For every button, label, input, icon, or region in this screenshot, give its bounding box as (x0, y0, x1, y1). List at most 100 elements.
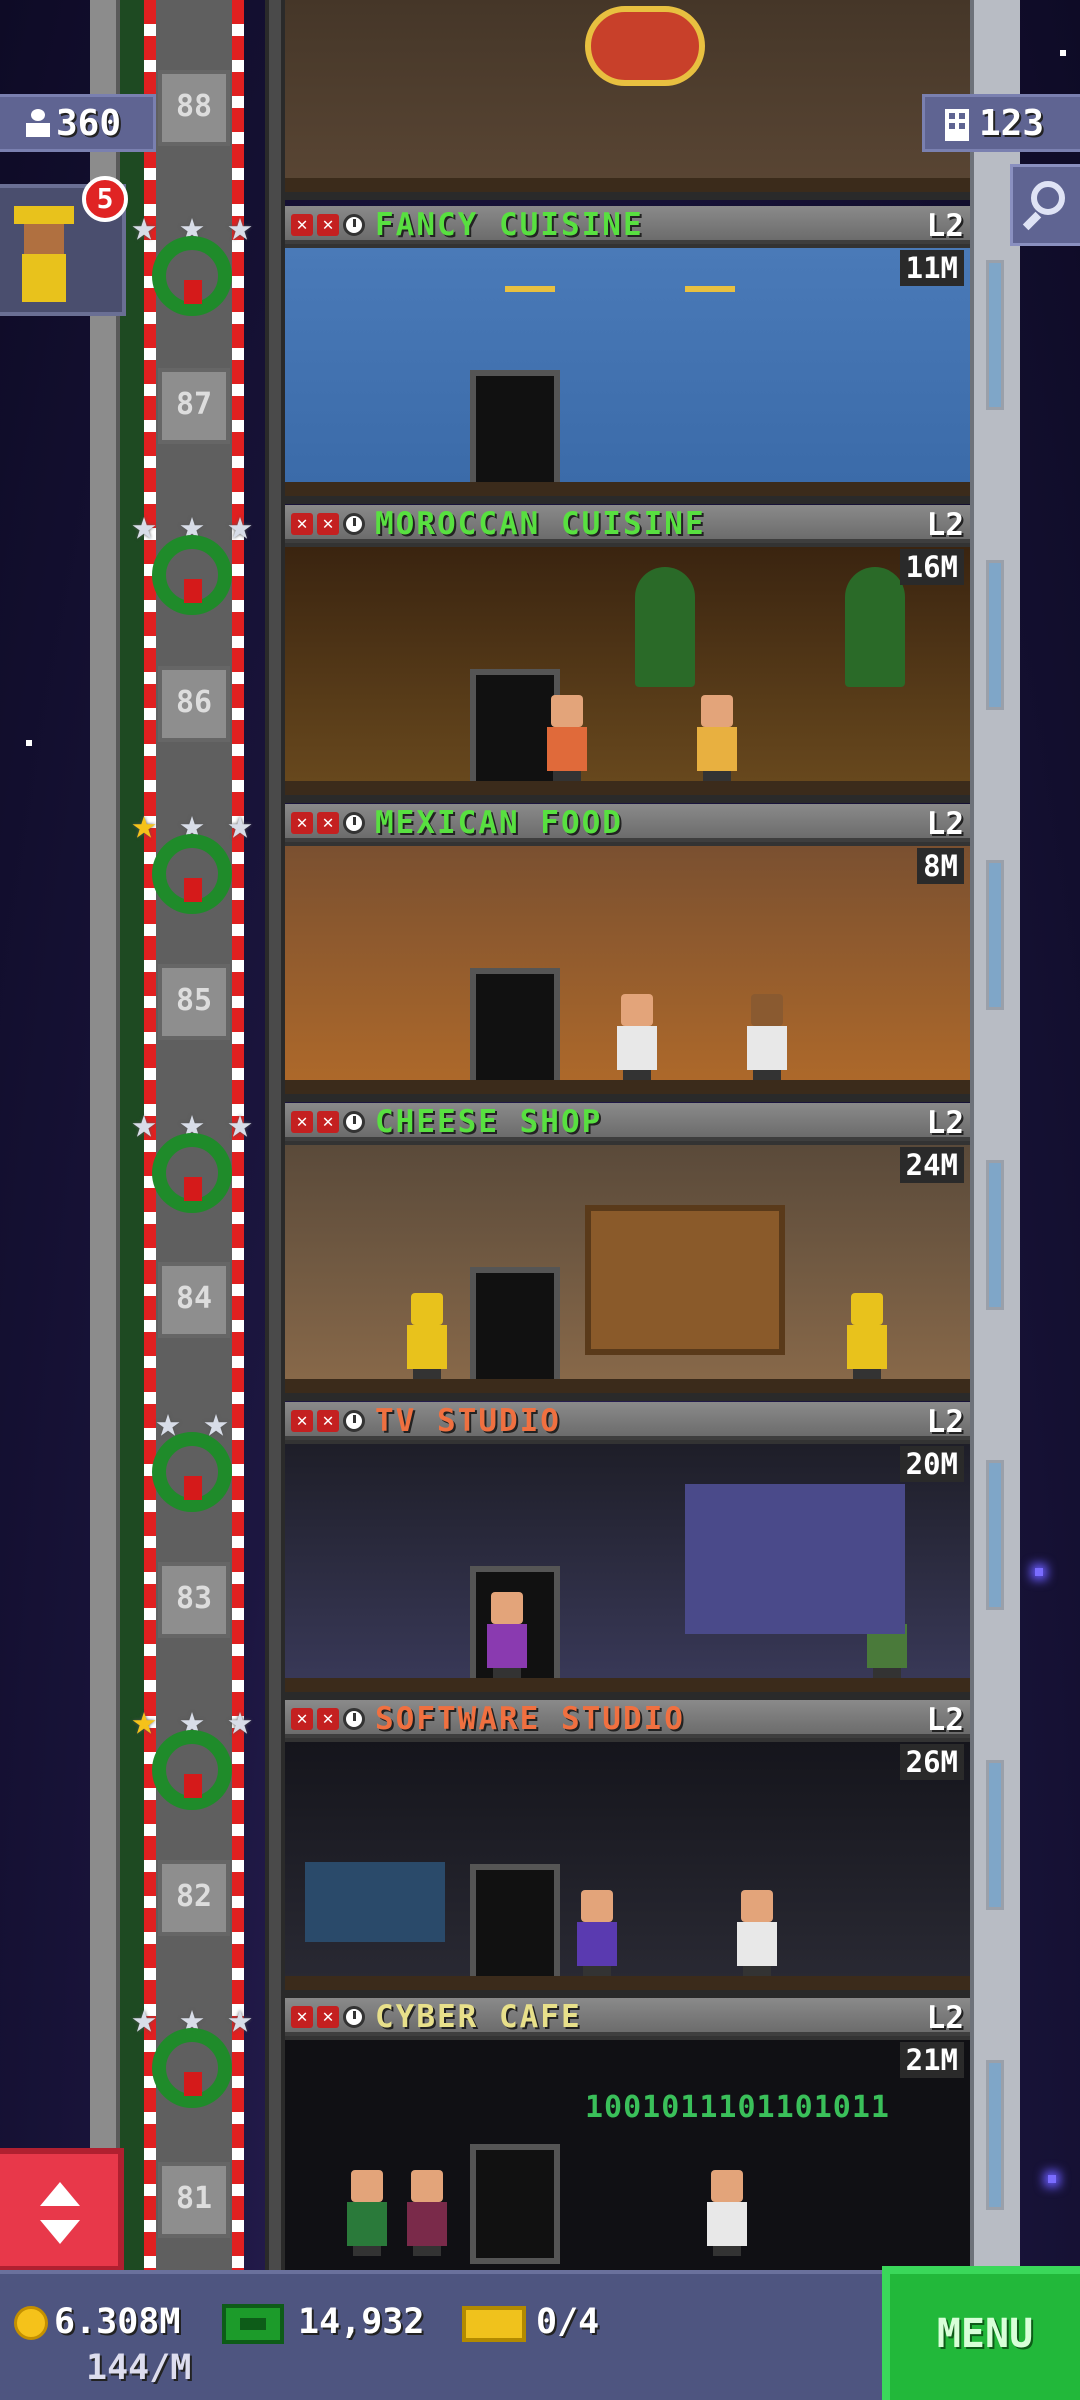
person[interactable] (735, 1890, 779, 1976)
person[interactable] (545, 695, 589, 781)
floor-earnings: 24M (899, 1147, 964, 1183)
room-interior (285, 846, 970, 1094)
side-window (986, 260, 1004, 410)
person[interactable] (615, 994, 659, 1080)
floor-earnings: 21M (899, 2042, 964, 2078)
bux-value[interactable]: 14,932 (298, 2302, 424, 2342)
floor-88[interactable] (285, 0, 970, 200)
floor-earnings: 11M (899, 250, 964, 286)
tower: 88 ✕ ✕ FANCY CUISINE L2 11M ★ ★ ★ 87 ✕ ✕… (90, 0, 1020, 2270)
binary-screen-text: 1001011101101011 (585, 2090, 890, 2125)
coins-rate: 144/M (86, 2348, 192, 2388)
floor-tile (285, 1080, 970, 1094)
population-counter[interactable]: 360 (0, 94, 156, 152)
tickets-value[interactable]: 0/4 (536, 2302, 599, 2342)
bux-icon (222, 2304, 284, 2344)
tower-frame-left (90, 0, 120, 2270)
floor-level: L2 (926, 1702, 964, 1738)
x-icon: ✕ (291, 1410, 313, 1432)
shaft-floor-number: 84 (158, 1262, 230, 1338)
person[interactable] (575, 1890, 619, 1976)
coins-value[interactable]: 6.308M (54, 2302, 180, 2342)
plant-icon (845, 567, 905, 687)
x-icon: ✕ (291, 1708, 313, 1730)
coin-icon (14, 2306, 48, 2340)
background-star (1060, 50, 1066, 56)
floor-header: ✕ ✕ CHEESE SHOP L2 (285, 1103, 970, 1141)
wreath-icon (152, 1432, 232, 1512)
star-icon: ★ (227, 1695, 253, 1744)
side-window (986, 1160, 1004, 1310)
clock-icon (343, 1410, 365, 1432)
chandelier-icon (685, 268, 735, 292)
floor-tv-studio[interactable]: ✕ ✕ TV STUDIO L2 20M (285, 1402, 970, 1700)
person[interactable] (705, 2170, 749, 2256)
chandelier-icon (505, 268, 555, 292)
side-window (986, 2060, 1004, 2210)
gold-star-icon: ★ (131, 799, 157, 848)
clock-icon (343, 2006, 365, 2028)
person[interactable] (485, 1592, 529, 1678)
floor-tile (285, 1678, 970, 1692)
floor-moroccan-cuisine[interactable]: ✕ ✕ MOROCCAN CUISINE L2 16M (285, 505, 970, 803)
person[interactable] (745, 994, 789, 1080)
person[interactable] (405, 1293, 449, 1379)
floor-cheese-shop[interactable]: ✕ ✕ CHEESE SHOP L2 24M (285, 1103, 970, 1401)
x-icon: ✕ (317, 513, 339, 535)
x-icon: ✕ (291, 513, 313, 535)
floor-earnings: 8M (917, 848, 964, 884)
shaft-floor-number: 86 (158, 666, 230, 742)
star-icon: ★ (131, 1993, 157, 2042)
x-icon: ✕ (317, 1111, 339, 1133)
floor-count-value: 123 (979, 103, 1045, 144)
star-icon: ★ (131, 201, 157, 250)
floor-software-studio[interactable]: ✕ ✕ SOFTWARE STUDIO L2 26M (285, 1700, 970, 1998)
floor-header: ✕ ✕ FANCY CUISINE L2 (285, 206, 970, 244)
room-interior: 1001011101101011 (285, 2040, 970, 2270)
floor-tile (285, 1976, 970, 1990)
x-icon: ✕ (291, 812, 313, 834)
floor-name: FANCY CUISINE (375, 207, 644, 243)
x-icon: ✕ (317, 2006, 339, 2028)
restaurant-sign (585, 6, 705, 86)
zoom-button[interactable] (1010, 164, 1080, 246)
background-star (1048, 2175, 1056, 2183)
floor-earnings: 16M (899, 549, 964, 585)
floor-name: MOROCCAN CUISINE (375, 506, 706, 542)
wreath-icon (152, 834, 232, 914)
clock-icon (343, 513, 365, 535)
floor-header: ✕ ✕ TV STUDIO L2 (285, 1402, 970, 1440)
side-window (986, 1460, 1004, 1610)
floor-tile (285, 482, 970, 496)
floor-counter[interactable]: 123 (922, 94, 1080, 152)
person[interactable] (695, 695, 739, 781)
side-window (986, 860, 1004, 1010)
floor-tile (285, 1379, 970, 1393)
menu-button[interactable]: MENU (882, 2266, 1080, 2400)
person[interactable] (345, 2170, 389, 2256)
x-icon: ✕ (317, 1410, 339, 1432)
x-icon: ✕ (291, 214, 313, 236)
star-icon: ★ (131, 500, 157, 549)
person[interactable] (845, 1293, 889, 1379)
floor-tile (285, 178, 970, 192)
door (470, 370, 560, 490)
floor-header: ✕ ✕ CYBER CAFE L2 (285, 1998, 970, 2036)
plant-icon (635, 567, 695, 687)
wreath-icon (152, 1133, 232, 1213)
elevator-button[interactable] (0, 2148, 124, 2272)
gold-star-icon: ★ (131, 1695, 157, 1744)
shaft-floor-number: 85 (158, 964, 230, 1040)
floor-fancy-cuisine[interactable]: ✕ ✕ FANCY CUISINE L2 11M (285, 206, 970, 504)
computer-desk (305, 1862, 445, 1942)
room-interior (285, 1444, 970, 1692)
floor-name: CHEESE SHOP (375, 1104, 603, 1140)
floor-name: MEXICAN FOOD (375, 805, 623, 841)
floor-header: ✕ ✕ SOFTWARE STUDIO L2 (285, 1700, 970, 1738)
person-icon (26, 109, 50, 137)
shaft-floor-number: 87 (158, 368, 230, 444)
floor-mexican-food[interactable]: ✕ ✕ MEXICAN FOOD L2 8M (285, 804, 970, 1102)
person[interactable] (405, 2170, 449, 2256)
floor-cyber-cafe[interactable]: ✕ ✕ CYBER CAFE L2 1001011101101011 21M (285, 1998, 970, 2270)
floor-name: TV STUDIO (375, 1403, 561, 1439)
